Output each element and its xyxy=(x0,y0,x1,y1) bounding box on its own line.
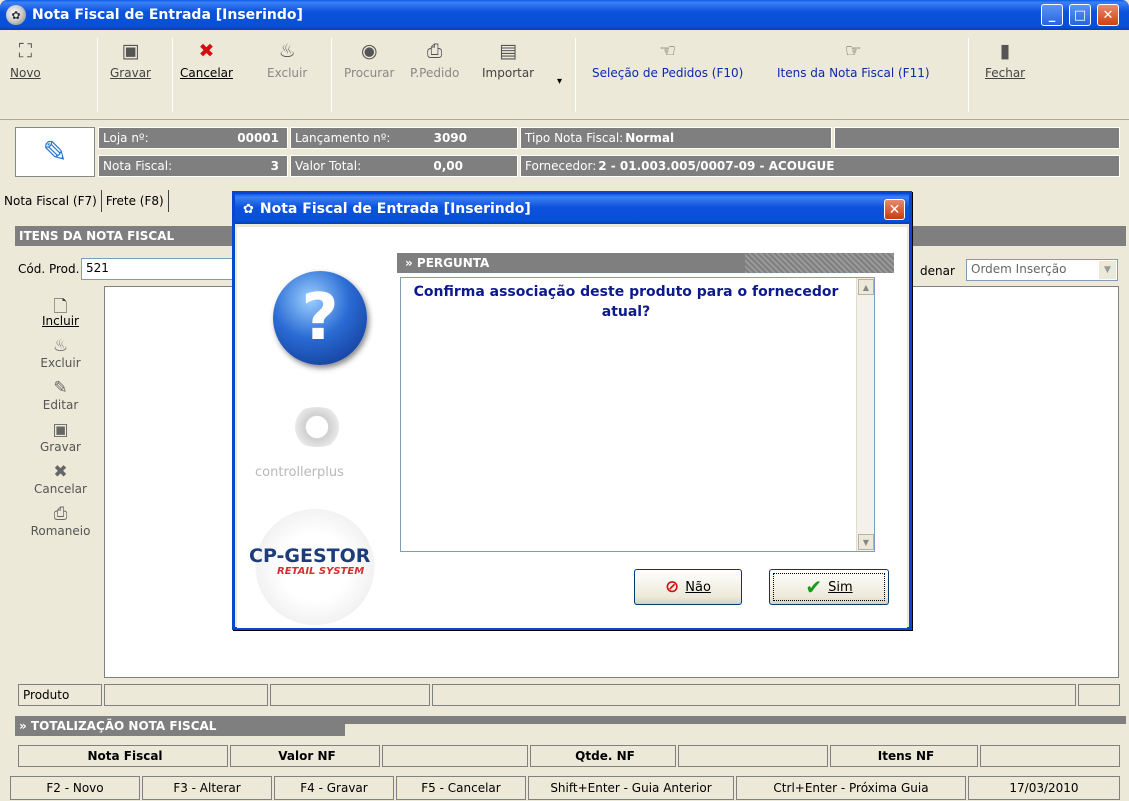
module-logo: ✎ xyxy=(15,127,95,177)
status-f4: F4 - Gravar xyxy=(274,776,394,800)
question-icon: ? xyxy=(273,271,367,365)
exit-icon: ▮ xyxy=(999,40,1011,62)
tabs: Nota Fiscal (F7) Frete (F8) xyxy=(0,186,169,212)
totalizacao-bar xyxy=(345,716,1126,724)
produto-cell-4 xyxy=(1078,684,1120,706)
importar-button[interactable]: ▤ Importar xyxy=(482,40,534,80)
status-f2: F2 - Novo xyxy=(10,776,140,800)
cancel-icon: ✖ xyxy=(198,40,215,62)
status-shift-enter: Shift+Enter - Guia Anterior xyxy=(528,776,734,800)
excluir-item-button[interactable]: ♨ Excluir xyxy=(18,336,103,370)
romaneio-button[interactable]: ⎙ Romaneio xyxy=(18,504,103,538)
tipo-nota-field: Tipo Nota Fiscal: Normal xyxy=(520,127,832,149)
chevron-down-icon: ▼ xyxy=(1099,261,1116,279)
close-window-button[interactable]: ✕ xyxy=(1097,4,1119,26)
delete-icon: ♨ xyxy=(52,336,69,356)
status-f3: F3 - Alterar xyxy=(142,776,272,800)
nota-fiscal-field: Nota Fiscal: 3 xyxy=(98,155,288,177)
toolbar xyxy=(0,30,1129,120)
save-icon: ▣ xyxy=(121,40,140,62)
produto-cell-3 xyxy=(432,684,1076,706)
valor-total-field: Valor Total: 0,00 xyxy=(290,155,518,177)
save-icon: ▣ xyxy=(52,420,69,440)
maximize-button[interactable]: □ xyxy=(1069,4,1091,26)
app-icon: ✿ xyxy=(243,201,254,217)
checkmark-icon: ✔ xyxy=(805,575,823,599)
confirm-dialog: ✿ Nota Fiscal de Entrada [Inserindo] ✕ ?… xyxy=(232,191,912,630)
new-icon: ⛶ xyxy=(18,40,33,62)
minimize-button[interactable]: _ xyxy=(1041,4,1063,26)
app-icon: ✿ xyxy=(6,5,26,25)
pergunta-header: » PERGUNTA xyxy=(397,253,894,273)
itens-nota-button[interactable]: ☞ Itens da Nota Fiscal (F11) xyxy=(777,40,930,80)
window-title: Nota Fiscal de Entrada [Inserindo] xyxy=(32,7,303,23)
delete-icon: ♨ xyxy=(278,40,296,62)
cp-gestor-logo-text: CP-GESTOR xyxy=(249,545,371,567)
tab-frete[interactable]: Frete (F8) xyxy=(102,190,169,212)
dialog-close-button[interactable]: ✕ xyxy=(884,199,905,220)
status-date: 17/03/2010 xyxy=(968,776,1120,800)
dialog-title: Nota Fiscal de Entrada [Inserindo] xyxy=(259,201,531,217)
tipo-nota-extra xyxy=(834,127,1120,149)
controllerplus-logo-icon xyxy=(287,407,347,447)
print-icon: ⎙ xyxy=(427,40,443,62)
ordenar-label: denar xyxy=(920,264,955,278)
pointing-hand-icon: ☜ xyxy=(659,40,677,62)
message-text: Confirma associação deste produto para o… xyxy=(413,284,839,320)
procurar-button[interactable]: ◉ Procurar xyxy=(344,40,394,80)
col-qtde-nf: Qtde. NF xyxy=(530,745,676,767)
importar-dropdown-icon[interactable]: ▾ xyxy=(557,76,562,87)
excluir-button[interactable]: ♨ Excluir xyxy=(267,40,307,80)
nao-button[interactable]: ⊘ Não xyxy=(634,569,742,605)
ordem-select[interactable]: Ordem Inserção ▼ xyxy=(966,259,1118,281)
status-ctrl-enter: Ctrl+Enter - Próxima Guia xyxy=(736,776,966,800)
ppedido-button[interactable]: ⎙ P.Pedido xyxy=(410,40,459,80)
status-f5: F5 - Cancelar xyxy=(396,776,526,800)
document-edit-icon: ✎ xyxy=(42,134,68,170)
loja-field: Loja nº: 00001 xyxy=(98,127,288,149)
gravar-button[interactable]: ▣ Gravar xyxy=(110,40,151,80)
col-valor-nf: Valor NF xyxy=(230,745,380,767)
produto-label: Produto xyxy=(18,684,102,706)
edit-icon: ✎ xyxy=(53,378,68,398)
fechar-button[interactable]: ▮ Fechar xyxy=(985,40,1025,80)
col-nota-fiscal: Nota Fiscal xyxy=(18,745,228,767)
qtde-nf-value xyxy=(678,745,828,767)
produto-cell-2 xyxy=(270,684,430,706)
scroll-up-icon[interactable]: ▲ xyxy=(858,279,874,295)
itens-nf-value xyxy=(980,745,1120,767)
editar-button[interactable]: ✎ Editar xyxy=(18,378,103,412)
window-titlebar: ✿ Nota Fiscal de Entrada [Inserindo] _ □… xyxy=(0,0,1129,30)
cancelar-item-button[interactable]: ✖ Cancelar xyxy=(18,462,103,496)
scroll-down-icon[interactable]: ▼ xyxy=(858,534,874,550)
pointing-hand-icon: ☞ xyxy=(844,40,862,62)
dialog-titlebar: ✿ Nota Fiscal de Entrada [Inserindo] ✕ xyxy=(235,194,909,224)
cancel-icon: ✖ xyxy=(53,462,68,482)
message-box: Confirma associação deste produto para o… xyxy=(400,277,875,552)
gravar-item-button[interactable]: ▣ Gravar xyxy=(18,420,103,454)
search-icon: ◉ xyxy=(360,40,378,62)
tab-nota-fiscal[interactable]: Nota Fiscal (F7) xyxy=(0,190,102,212)
new-doc-icon: 🗋 xyxy=(53,297,68,317)
cod-prod-label: Cód. Prod. xyxy=(18,262,80,276)
incluir-button[interactable]: 🗋 Incluir xyxy=(18,294,103,328)
cod-prod-input[interactable]: 521 xyxy=(81,258,236,280)
message-scrollbar[interactable]: ▲ ▼ xyxy=(856,278,874,551)
novo-button[interactable]: ⛶ Novo xyxy=(10,40,41,80)
totalizacao-header: » TOTALIZAÇÃO NOTA FISCAL xyxy=(15,716,345,736)
cancelar-button[interactable]: ✖ Cancelar xyxy=(180,40,233,80)
item-actions-sidebar: 🗋 Incluir ♨ Excluir ✎ Editar ▣ Gravar ✖ Cance… xyxy=(18,286,103,678)
sim-button[interactable]: ✔ Sim xyxy=(769,569,889,605)
cp-gestor-sub: RETAIL SYSTEM xyxy=(277,566,365,577)
valor-nf-value xyxy=(382,745,528,767)
printer-icon: ⎙ xyxy=(53,504,68,524)
no-entry-icon: ⊘ xyxy=(665,577,680,597)
controllerplus-logo-text: controllerplus xyxy=(255,465,344,480)
lancamento-field: Lançamento nº: 3090 xyxy=(290,127,518,149)
col-itens-nf: Itens NF xyxy=(830,745,978,767)
import-icon: ▤ xyxy=(499,40,518,62)
selecao-pedidos-button[interactable]: ☜ Seleção de Pedidos (F10) xyxy=(592,40,743,80)
fornecedor-field: Fornecedor: 2 - 01.003.005/0007-09 - ACOU… xyxy=(520,155,1120,177)
produto-cell-1 xyxy=(104,684,268,706)
